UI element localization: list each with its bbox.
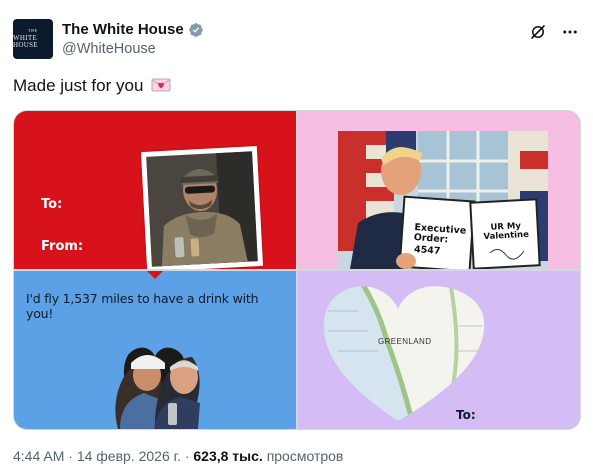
valentine-card-purple[interactable]: GREENLAND To: [298,271,580,429]
soldier-figure [146,151,258,267]
greenland-heart-map [323,286,485,421]
verified-badge-icon [188,22,203,37]
greenland-label: GREENLAND [378,337,432,346]
tweet-text: Made just for you [13,76,171,96]
valentine-sign-text: UR My Valentine [483,221,530,243]
love-letter-icon [151,78,171,92]
from-label: From: [41,239,84,254]
display-name[interactable]: The White House [62,21,184,38]
soldier-photo [146,151,258,267]
executive-order-title: Executive Order: [413,222,467,246]
valentine-card-red[interactable]: To: From: [14,111,296,269]
notch-marker [147,271,163,279]
timestamp[interactable]: 4:44 AM [13,448,64,464]
grok-icon[interactable] [529,23,547,41]
photo-frame [140,146,264,269]
name-row: The White House [62,21,204,38]
date[interactable]: 14 февр. 2026 г. [77,448,181,464]
views-count: 623,8 тыс. [193,448,263,464]
executive-order-number: 4547 [413,244,441,257]
views-label: просмотров [266,448,344,464]
more-options-icon[interactable] [561,23,579,41]
separator: · [68,448,77,464]
tweet-footer: 4:44 AM · 14 февр. 2026 г. · 623,8 тыс. … [13,448,343,464]
tweet-body: Made just for you [13,76,144,95]
valentine-card-pink[interactable]: Executive Order: 4547 UR My Valentine [298,111,580,269]
tweet-header: THE WHITE HOUSE The White House @WhiteHo… [13,19,583,61]
to-label: To: [41,197,63,212]
media-grid[interactable]: To: From: Executive Order: 4547 UR My Va… [13,110,581,430]
avatar[interactable]: THE WHITE HOUSE [13,19,53,59]
avatar-text-top: THE [28,28,38,33]
valentine-card-blue[interactable]: I'd fly 1,537 miles to have a drink with… [14,271,296,429]
heart-photo [115,271,200,429]
to-label: To: [456,408,476,422]
handle[interactable]: @WhiteHouse [62,41,156,57]
header-actions [529,23,579,41]
avatar-text-main: WHITE HOUSE [13,34,38,49]
